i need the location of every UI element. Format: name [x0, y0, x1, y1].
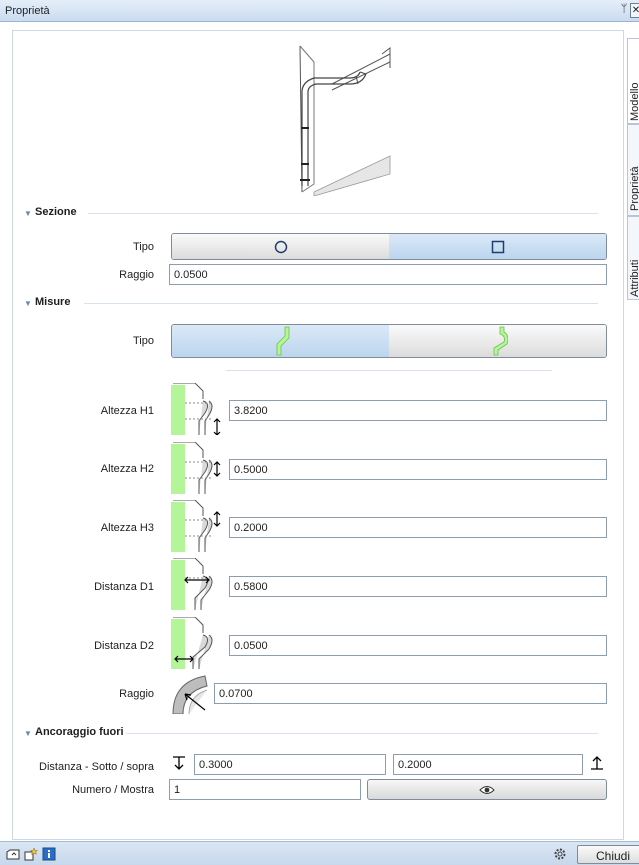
close-icon[interactable]: ✕: [630, 3, 639, 18]
anchor-below-icon: [173, 756, 185, 770]
altezza-h1-input[interactable]: 3.8200: [229, 400, 607, 421]
distanza-sotto-input[interactable]: 0.3000: [194, 754, 386, 775]
sezione-raggio-input[interactable]: 0.0500: [169, 264, 607, 285]
altezza-h3-input[interactable]: 0.2000: [229, 517, 607, 538]
collapse-arrow-icon[interactable]: ▼: [24, 299, 32, 308]
section-misure[interactable]: ▼ Misure: [24, 296, 624, 310]
section-sezione[interactable]: ▼ Sezione: [24, 206, 624, 220]
misure-tipo-b[interactable]: [389, 325, 606, 357]
tab-attributi-label: Attributi: [629, 259, 639, 297]
tab-attributi[interactable]: Attributi: [627, 216, 639, 300]
tab-modello-label: Modello: [629, 82, 639, 121]
sezione-tipo-square[interactable]: [389, 234, 606, 259]
distanza-sopra-input[interactable]: 0.2000: [393, 754, 583, 775]
misure-divider: [226, 370, 552, 371]
circle-icon: [274, 240, 287, 253]
altezza-h1-label: Altezza H1: [100, 405, 154, 417]
altezza-h2-input[interactable]: 0.5000: [229, 459, 607, 480]
side-tabs: Modello Proprietà Attributi: [627, 38, 639, 840]
save-favorites-icon[interactable]: [24, 847, 38, 861]
tab-modello[interactable]: Modello: [627, 38, 639, 124]
footer-bar: Chiudi: [0, 841, 639, 865]
pipe-shape-b-icon: [493, 326, 508, 356]
misure-raggio-label: Raggio: [119, 688, 154, 700]
altezza-h3-diagram-icon: [171, 500, 221, 552]
eye-icon: [479, 785, 495, 794]
window-title: Proprietà: [5, 5, 50, 17]
info-icon[interactable]: [42, 847, 56, 861]
misure-tipo-selector[interactable]: [171, 324, 607, 358]
distanza-d2-input[interactable]: 0.0500: [229, 635, 607, 656]
section-divider: [88, 213, 598, 214]
settings-gear-icon[interactable]: [553, 847, 567, 861]
square-icon: [491, 240, 504, 253]
sezione-tipo-selector[interactable]: [171, 233, 607, 260]
section-ancoraggio-label: Ancoraggio fuori: [35, 726, 124, 738]
tab-proprieta-label: Proprietà: [629, 166, 639, 211]
title-bar: Proprietà ᛘ ✕: [0, 0, 639, 22]
distanza-d2-diagram-icon: [171, 617, 213, 669]
sezione-tipo-circle[interactable]: [172, 234, 389, 259]
pin-icon[interactable]: ᛘ: [619, 3, 629, 18]
altezza-h3-label: Altezza H3: [100, 522, 154, 534]
pipe-shape-a-icon: [276, 326, 289, 356]
altezza-h2-label: Altezza H2: [100, 463, 154, 475]
collapse-arrow-icon[interactable]: ▼: [24, 729, 32, 738]
collapse-arrow-icon[interactable]: ▼: [24, 209, 32, 218]
downpipe-illustration: [299, 45, 391, 196]
distanza-d1-label: Distanza D1: [94, 581, 154, 593]
mostra-toggle-button[interactable]: [367, 779, 607, 800]
sezione-raggio-label: Raggio: [119, 269, 154, 281]
section-divider: [126, 733, 598, 734]
numero-input[interactable]: 1: [169, 779, 361, 800]
anchor-above-icon: [591, 756, 603, 770]
section-divider: [84, 303, 598, 304]
altezza-h2-diagram-icon: [171, 442, 221, 494]
distanza-d2-label: Distanza D2: [94, 640, 154, 652]
tab-proprieta[interactable]: Proprietà: [627, 124, 639, 216]
section-sezione-label: Sezione: [35, 206, 77, 218]
section-ancoraggio[interactable]: ▼ Ancoraggio fuori: [24, 726, 624, 740]
misure-tipo-a[interactable]: [172, 325, 389, 357]
distanza-d1-diagram-icon: [171, 558, 213, 610]
close-button[interactable]: Chiudi: [577, 845, 639, 864]
section-misure-label: Misure: [35, 296, 71, 308]
numero-mostra-label: Numero / Mostra: [72, 784, 154, 796]
misure-tipo-label: Tipo: [133, 335, 154, 347]
distanza-d1-input[interactable]: 0.5800: [229, 576, 607, 597]
bend-radius-diagram-icon: [172, 675, 208, 714]
sezione-tipo-label: Tipo: [133, 241, 154, 253]
misure-raggio-input[interactable]: 0.0700: [214, 683, 607, 704]
open-favorites-icon[interactable]: [6, 847, 20, 861]
distanza-sotto-sopra-label: Distanza - Sotto / sopra: [39, 761, 154, 773]
altezza-h1-diagram-icon: [171, 383, 221, 435]
